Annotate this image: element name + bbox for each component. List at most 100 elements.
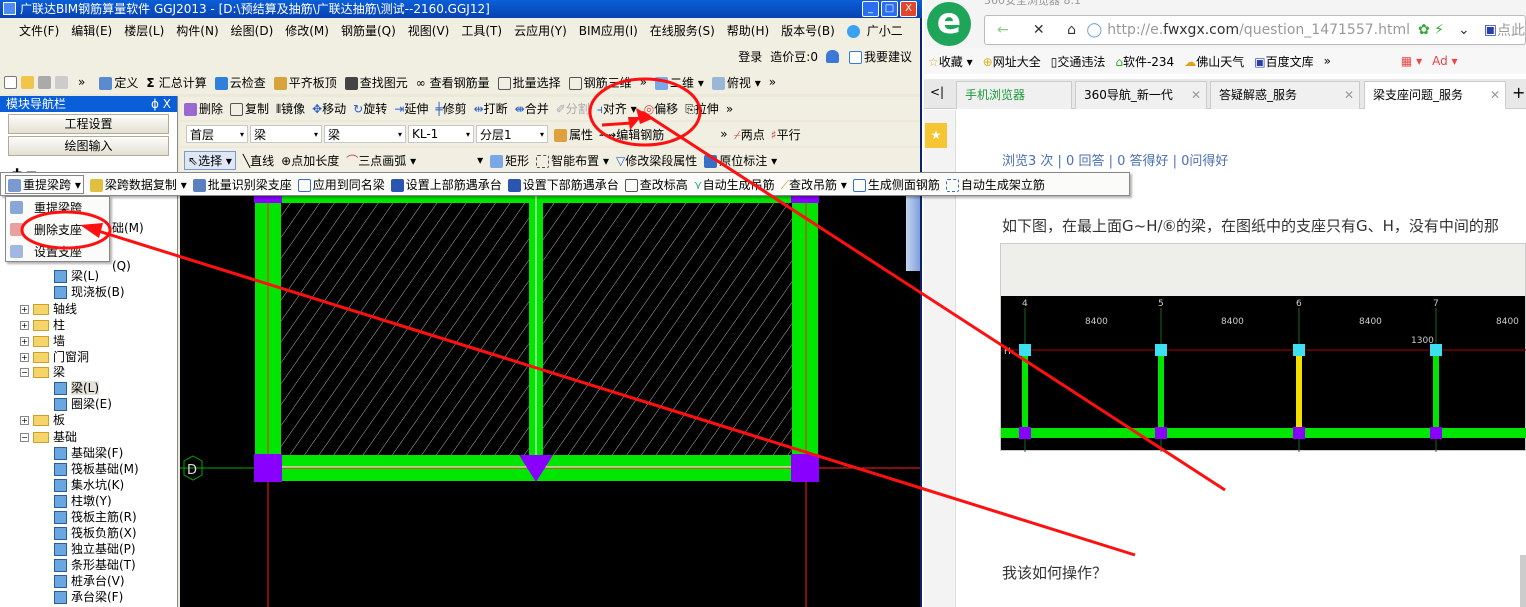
align-button[interactable]: ⫞对齐 ▾ — [597, 100, 637, 117]
rotate-button[interactable]: ↻旋转 — [353, 100, 387, 117]
edit-elevation-button[interactable]: 查改标高 — [624, 176, 688, 193]
expand-icon[interactable]: + — [20, 305, 29, 314]
tree-item[interactable]: 独立基础(P) — [54, 541, 136, 557]
top-rebar-cap-button[interactable]: 设置上部筋遇承台 — [390, 176, 502, 193]
tree-item[interactable]: 筏板主筋(R) — [54, 509, 137, 525]
bottom-rebar-cap-button[interactable]: 设置下部筋遇承台 — [507, 176, 619, 193]
two-point-button[interactable]: ⌿两点 — [734, 126, 765, 143]
split-button[interactable]: ✐分割 — [556, 100, 590, 117]
tab-360-nav[interactable]: 360导航_新一代 ✕ — [1075, 81, 1207, 109]
minimize-button[interactable]: _ — [862, 1, 879, 17]
canvas-scrollbar[interactable] — [906, 196, 920, 271]
tree-item[interactable]: 筏板负筋(X) — [54, 525, 137, 541]
stretch-button[interactable]: ⎘拉伸 — [685, 100, 719, 117]
delete-button[interactable]: 删除 — [184, 100, 223, 117]
back-button[interactable]: ← — [985, 22, 1021, 38]
tree-folder[interactable]: + 板 — [20, 412, 65, 428]
collapse-icon[interactable]: − — [20, 368, 29, 377]
cloud-check-button[interactable]: 云检查 — [214, 74, 266, 91]
three-point-arc-button[interactable]: ⌒三点画弧 ▾ — [346, 152, 416, 169]
tree-item[interactable]: 梁(L) — [54, 380, 100, 396]
apply-same-name-button[interactable]: 应用到同名梁 — [297, 176, 385, 193]
menu-floor[interactable]: 楼层(L) — [119, 22, 169, 39]
tree-folder[interactable]: + 墙 — [20, 333, 65, 349]
tab-scroll-left[interactable]: <| — [930, 85, 944, 99]
name-select[interactable]: KL-1 ▾ — [408, 125, 474, 143]
tree-folder[interactable]: + 门窗洞 — [20, 349, 89, 365]
dropdown-chevron-icon[interactable]: ⌄ — [1458, 22, 1470, 38]
floor-select[interactable]: 首层 ▾ — [186, 125, 248, 143]
expand-icon[interactable]: + — [20, 321, 29, 330]
bookmark-favorites[interactable]: ☆收藏 ▾ — [928, 53, 973, 70]
address-bar[interactable]: ← ✕ ⌂ ◯ http://e.fwxgx.com/question_1471… — [984, 15, 1526, 45]
suggest-button[interactable]: 我要建议 — [848, 48, 912, 65]
bookmark-wenku[interactable]: ▣百度文库 — [1254, 53, 1313, 70]
page-scrollbar[interactable] — [1520, 555, 1526, 607]
menu-version[interactable]: 版本号(B) — [776, 22, 840, 39]
trim-button[interactable]: ╪修剪 — [435, 100, 466, 117]
menu-assistant[interactable]: 广小二 — [842, 22, 913, 39]
tree-item-hidden[interactable]: 础(M) — [112, 220, 144, 236]
expand-icon[interactable]: + — [20, 353, 29, 362]
question-screenshot[interactable]: H 4 8400 5 8400 6 8400 7 8400 1300 — [1000, 243, 1526, 452]
batch-select-button[interactable]: 批量选择 — [497, 74, 561, 91]
tree-item[interactable]: 承台梁(F) — [54, 589, 123, 605]
menu-view[interactable]: 视图(V) — [403, 22, 455, 39]
new-tab-button[interactable]: + — [1512, 83, 1525, 102]
subtype-select[interactable]: 梁 ▾ — [324, 125, 406, 143]
bookmarks-more[interactable]: » — [1324, 54, 1331, 68]
menu-edit[interactable]: 编辑(E) — [66, 22, 117, 39]
menu-cloud[interactable]: 云应用(Y) — [509, 22, 572, 39]
tree-item[interactable]: 桩承台(V) — [54, 573, 125, 589]
toolbar-overflow-icon[interactable]: » — [640, 75, 647, 89]
menu-item-set-support[interactable]: 设置支座 — [6, 241, 109, 263]
close-button[interactable]: X — [900, 1, 917, 17]
tree-item[interactable]: 集水坑(K) — [54, 477, 124, 493]
search-hint[interactable]: 点此 — [1497, 20, 1525, 40]
align-slab-top-button[interactable]: 平齐板顶 — [273, 74, 337, 91]
arc-option-dropdown[interactable]: ▾ — [423, 153, 483, 167]
tree-item[interactable]: 筏板基础(M) — [54, 461, 139, 477]
menu-draw[interactable]: 绘图(D) — [226, 22, 279, 39]
new-file-icon[interactable] — [4, 75, 17, 89]
copy-button[interactable]: 复制 — [230, 100, 269, 117]
project-settings-button[interactable]: 工程设置 — [8, 114, 169, 134]
drawing-input-button[interactable]: 绘图输入 — [8, 136, 169, 156]
smart-layout-button[interactable]: 智能布置 ▾ — [536, 152, 609, 169]
toolbar-overflow-icon[interactable]: » — [726, 102, 733, 116]
toolbar-overflow-icon[interactable]: » — [769, 75, 776, 89]
tree-folder[interactable]: + 柱 — [20, 317, 65, 333]
re-extract-span-button[interactable]: 重提梁跨 ▾ — [5, 174, 84, 194]
merge-button[interactable]: ⇼合并 — [515, 100, 549, 117]
define-button[interactable]: 定义 — [99, 74, 138, 91]
save-icon[interactable] — [38, 75, 51, 89]
line-button[interactable]: ╲直线 — [243, 152, 274, 169]
select-button[interactable]: ⇖选择 ▾ — [184, 150, 236, 170]
menu-bim[interactable]: BIM应用(I) — [574, 22, 643, 39]
move-button[interactable]: ✥移动 — [312, 100, 346, 117]
adblock-icon[interactable]: Ad ▾ — [1432, 54, 1457, 68]
tab-beam-support[interactable]: 梁支座问题_服务 ✕ — [1364, 81, 1506, 109]
layer-select[interactable]: 分层1 ▾ — [476, 125, 548, 143]
menu-rebar-quantity[interactable]: 钢筋量(Q) — [336, 22, 401, 39]
rectangle-button[interactable]: 矩形 — [490, 152, 529, 169]
rebar-3d-button[interactable]: 钢筋三维 — [568, 74, 632, 91]
tree-folder[interactable]: − 梁 — [20, 364, 65, 380]
menu-item-delete-support[interactable]: 删除支座 — [6, 219, 109, 241]
find-element-button[interactable]: 查找图元 — [344, 74, 408, 91]
auto-hanger-button[interactable]: ⋎自动生成吊筋 — [694, 176, 775, 193]
edit-rebar-button[interactable]: ⟿编辑钢筋 — [599, 126, 664, 143]
drawing-canvas[interactable]: D — [180, 172, 920, 607]
menu-tools[interactable]: 工具(T) — [456, 22, 507, 39]
menu-help[interactable]: 帮助(H) — [722, 22, 774, 39]
summary-calc-button[interactable]: Σ 汇总计算 — [146, 74, 206, 91]
tab-mobile-browser[interactable]: 手机浏览器 — [956, 81, 1072, 109]
parallel-button[interactable]: ♯平行 — [771, 126, 801, 143]
in-situ-annotation-button[interactable]: 原位标注 ▾ — [704, 152, 777, 169]
modify-span-props-button[interactable]: ▽修改梁段属性 — [616, 152, 697, 169]
properties-button[interactable]: 属性 — [554, 126, 593, 143]
menu-modify[interactable]: 修改(M) — [280, 22, 334, 39]
erection-rebar-button[interactable]: 自动生成架立筋 — [945, 176, 1045, 193]
type-select[interactable]: 梁 ▾ — [250, 125, 322, 143]
tree-item[interactable]: 基础梁(F) — [54, 445, 123, 461]
